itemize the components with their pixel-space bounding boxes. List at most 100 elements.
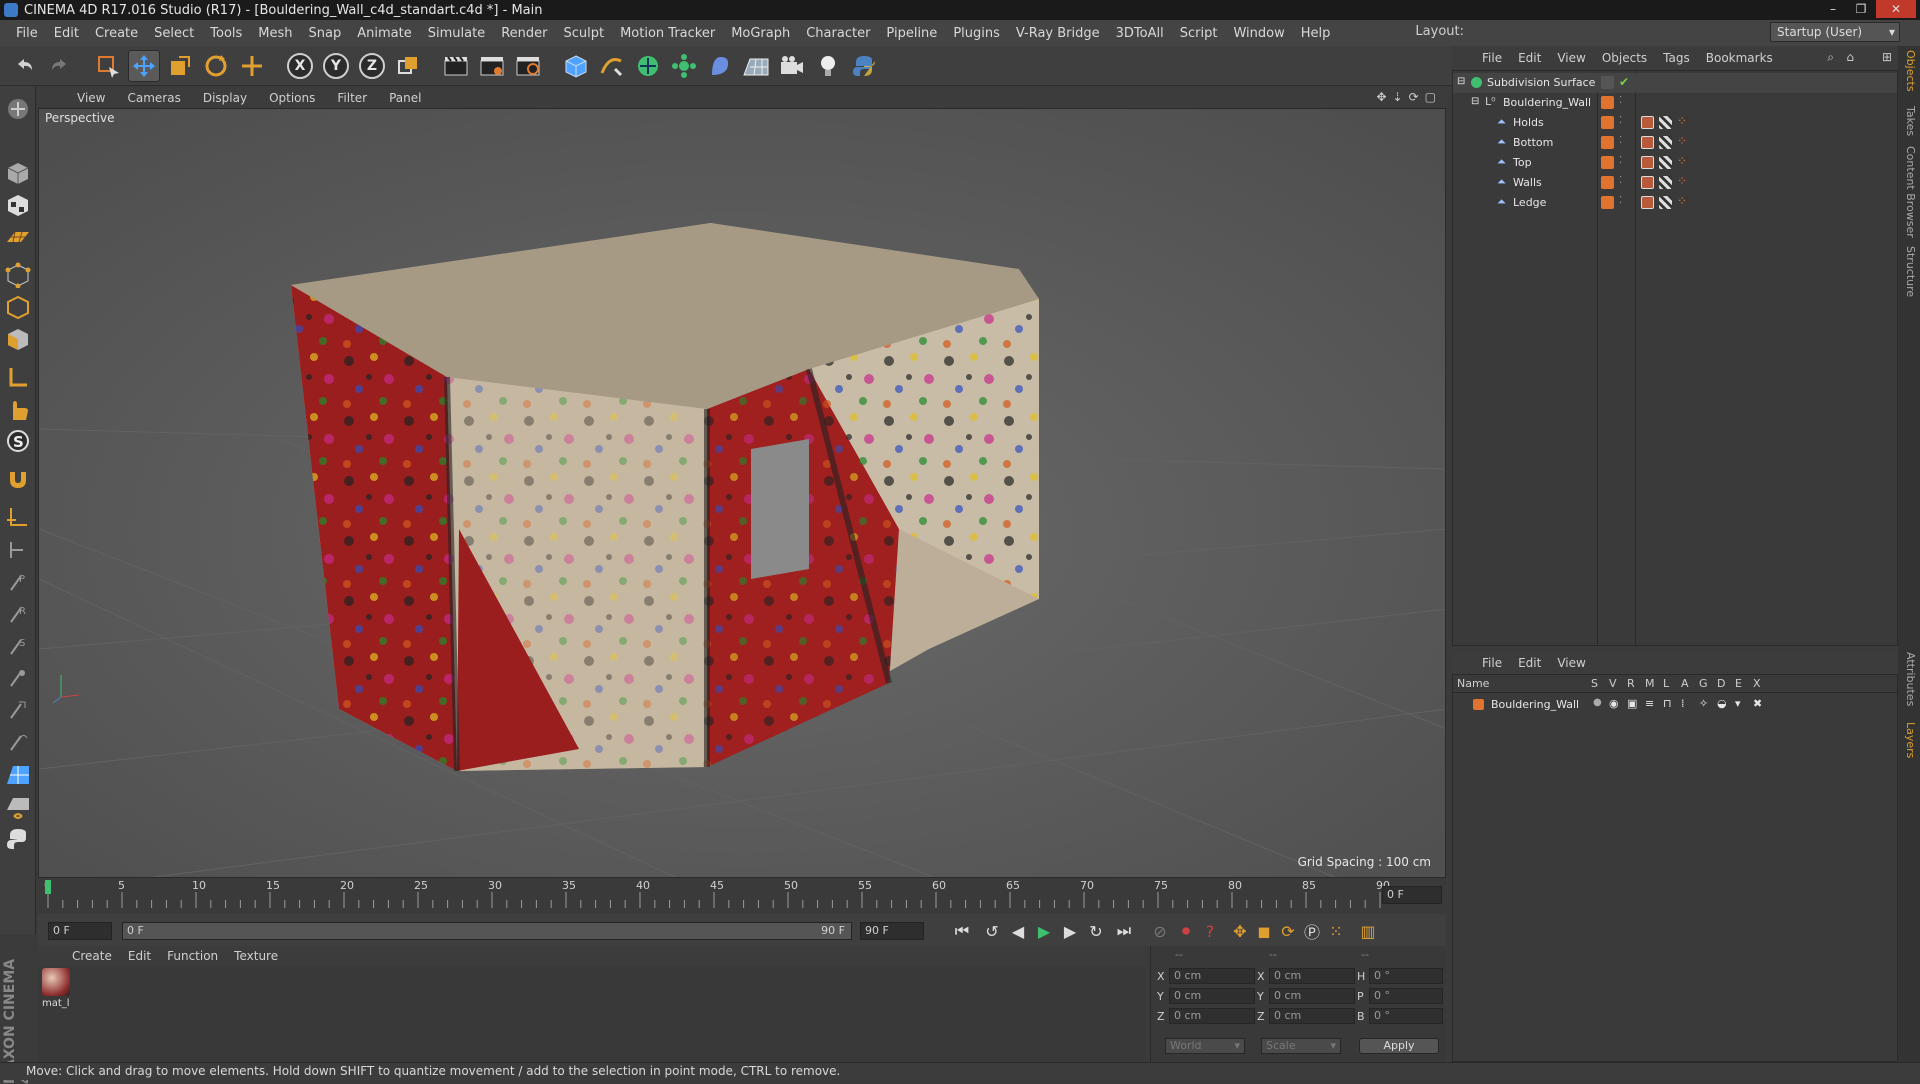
- snapping-button[interactable]: S: [3, 426, 33, 456]
- search-icon[interactable]: ⌕: [1827, 50, 1834, 65]
- texture-mode-button[interactable]: [3, 190, 33, 220]
- anim-grid-button[interactable]: [3, 792, 33, 822]
- generator-icon[interactable]: ✧: [1699, 697, 1708, 710]
- selection-tag-icon[interactable]: ⁘: [1677, 194, 1687, 208]
- key-rotation-button[interactable]: ⟳: [1276, 920, 1300, 942]
- layer-menu-view[interactable]: View: [1549, 656, 1593, 670]
- layer-col-expressions[interactable]: E: [1735, 677, 1742, 690]
- material-tag-icon[interactable]: [1641, 136, 1654, 149]
- manager-icon[interactable]: ≡: [1645, 697, 1654, 710]
- x-axis-lock-button[interactable]: X: [284, 50, 316, 82]
- add-light-button[interactable]: [812, 50, 844, 82]
- menu-character[interactable]: Character: [798, 26, 878, 41]
- new-panel-icon[interactable]: ⊞: [1882, 50, 1892, 64]
- start-frame-field[interactable]: 0 F: [48, 922, 112, 940]
- go-to-start-button[interactable]: ⏮: [950, 920, 974, 942]
- size-x-field[interactable]: 0 cm: [1269, 968, 1355, 984]
- menu-edit[interactable]: Edit: [46, 26, 87, 41]
- uvw-tag-icon[interactable]: [1659, 136, 1672, 149]
- viewport-menu-options[interactable]: Options: [258, 91, 326, 105]
- object-row-walls[interactable]: ⏶ Walls ⁚ ⁘: [1453, 173, 1897, 193]
- layer-col-xref[interactable]: X: [1753, 677, 1761, 690]
- viewport-menu-cameras[interactable]: Cameras: [116, 91, 191, 105]
- coordinate-mode-dropdown[interactable]: Scale ▾: [1261, 1038, 1341, 1054]
- visibility-dots-icon[interactable]: ⁚: [1619, 195, 1622, 206]
- menu-file[interactable]: File: [8, 26, 46, 41]
- menu-tools[interactable]: Tools: [202, 26, 250, 41]
- object-menu-view[interactable]: View: [1549, 51, 1593, 65]
- menu-sculpt[interactable]: Sculpt: [555, 26, 612, 41]
- object-menu-bookmarks[interactable]: Bookmarks: [1698, 51, 1781, 65]
- layer-col-visible[interactable]: V: [1609, 677, 1617, 690]
- pan-icon[interactable]: ✥: [1376, 90, 1386, 104]
- menu-script[interactable]: Script: [1172, 26, 1226, 41]
- layer-row[interactable]: Bouldering_Wall ● ◉ ▣ ≡ ⊓ ⁞ ✧ ◒ ▾ ✖: [1453, 695, 1897, 715]
- menu-create[interactable]: Create: [87, 26, 146, 41]
- model-mode-button[interactable]: [3, 158, 33, 188]
- layer-menu-file[interactable]: File: [1474, 656, 1510, 670]
- viewport-menu-panel[interactable]: Panel: [378, 91, 432, 105]
- y-axis-lock-button[interactable]: Y: [320, 50, 352, 82]
- material-menu-texture[interactable]: Texture: [226, 949, 286, 963]
- menu-plugins[interactable]: Plugins: [945, 26, 1008, 41]
- layer-col-locked[interactable]: L: [1663, 677, 1669, 690]
- layer-col-animation[interactable]: A: [1681, 677, 1689, 690]
- selection-tag-icon[interactable]: ⁘: [1677, 114, 1687, 128]
- minimize-button[interactable]: –: [1820, 0, 1846, 18]
- layer-color-tag[interactable]: [1601, 176, 1614, 189]
- tab-objects[interactable]: Objects: [1901, 50, 1917, 92]
- object-row-bouldering-wall[interactable]: ⊟ L⁰ Bouldering_Wall ⁚: [1453, 93, 1897, 113]
- layer-color-tag[interactable]: [1601, 116, 1614, 129]
- r-deformer-button[interactable]: R: [3, 598, 33, 628]
- uvw-tag-icon[interactable]: [1659, 156, 1672, 169]
- dolly-icon[interactable]: ⇣: [1393, 90, 1403, 104]
- autokey-off-button[interactable]: ⊘: [1148, 920, 1172, 942]
- timeline-window-button[interactable]: ▥: [1356, 920, 1380, 942]
- grid-toggle-button[interactable]: [3, 760, 33, 790]
- menu-motion-tracker[interactable]: Motion Tracker: [612, 26, 723, 41]
- add-spline-button[interactable]: [596, 50, 628, 82]
- maximize-button[interactable]: ❐: [1848, 0, 1874, 18]
- scale-tool-button[interactable]: [164, 50, 196, 82]
- menu-render[interactable]: Render: [493, 26, 555, 41]
- redo-button[interactable]: [44, 50, 76, 82]
- close-button[interactable]: ✕: [1876, 0, 1916, 18]
- menu-pipeline[interactable]: Pipeline: [878, 26, 945, 41]
- material-tag-icon[interactable]: [1641, 156, 1654, 169]
- coordinate-space-dropdown[interactable]: World ▾: [1165, 1038, 1245, 1054]
- key-param-button[interactable]: Ⓟ: [1300, 920, 1324, 942]
- xref-icon[interactable]: ✖: [1753, 697, 1762, 710]
- deformer-icon[interactable]: ◒: [1717, 697, 1727, 710]
- layer-color-tag[interactable]: [1601, 136, 1614, 149]
- tab-takes[interactable]: Takes: [1901, 106, 1917, 136]
- sculpt-tool-button[interactable]: [3, 694, 33, 724]
- menu-mesh[interactable]: Mesh: [250, 26, 300, 41]
- lock-icon[interactable]: ⊓: [1663, 697, 1672, 710]
- pos-y-field[interactable]: 0 cm: [1169, 988, 1255, 1004]
- editor-visibility-icon[interactable]: [1601, 76, 1614, 89]
- visibility-dots-icon[interactable]: ⁚: [1619, 175, 1622, 186]
- object-row-ledge[interactable]: ⏶ Ledge ⁚ ⁘: [1453, 193, 1897, 213]
- move-tool-button[interactable]: [128, 49, 160, 82]
- layer-col-manager[interactable]: M: [1645, 677, 1655, 690]
- viewport-menu-filter[interactable]: Filter: [326, 91, 378, 105]
- p-deformer-button[interactable]: P: [3, 566, 33, 596]
- object-menu-file[interactable]: File: [1474, 51, 1510, 65]
- enabled-check-icon[interactable]: ✔: [1619, 75, 1629, 89]
- transform-tool-button[interactable]: [236, 50, 268, 82]
- render-to-picture-viewer-button[interactable]: [476, 50, 508, 82]
- layer-color-tag[interactable]: [1601, 196, 1614, 209]
- viewport-menu-display[interactable]: Display: [192, 91, 258, 105]
- expression-icon[interactable]: ▾: [1735, 697, 1741, 710]
- menu-help[interactable]: Help: [1293, 26, 1339, 41]
- python-script-button[interactable]: [848, 50, 880, 82]
- timeline-ruler[interactable]: 051015202530354045505560657075808590 0 F: [38, 878, 1446, 914]
- key-position-button[interactable]: ✥: [1228, 920, 1252, 942]
- coordinate-system-button[interactable]: [392, 50, 424, 82]
- polygons-mode-button[interactable]: [3, 324, 33, 354]
- tab-content-browser[interactable]: Content Browser: [1901, 146, 1917, 238]
- solo-icon[interactable]: ●: [1593, 697, 1602, 708]
- menu-animate[interactable]: Animate: [349, 26, 419, 41]
- edges-mode-button[interactable]: [3, 292, 33, 322]
- tab-layers[interactable]: Layers: [1901, 722, 1917, 758]
